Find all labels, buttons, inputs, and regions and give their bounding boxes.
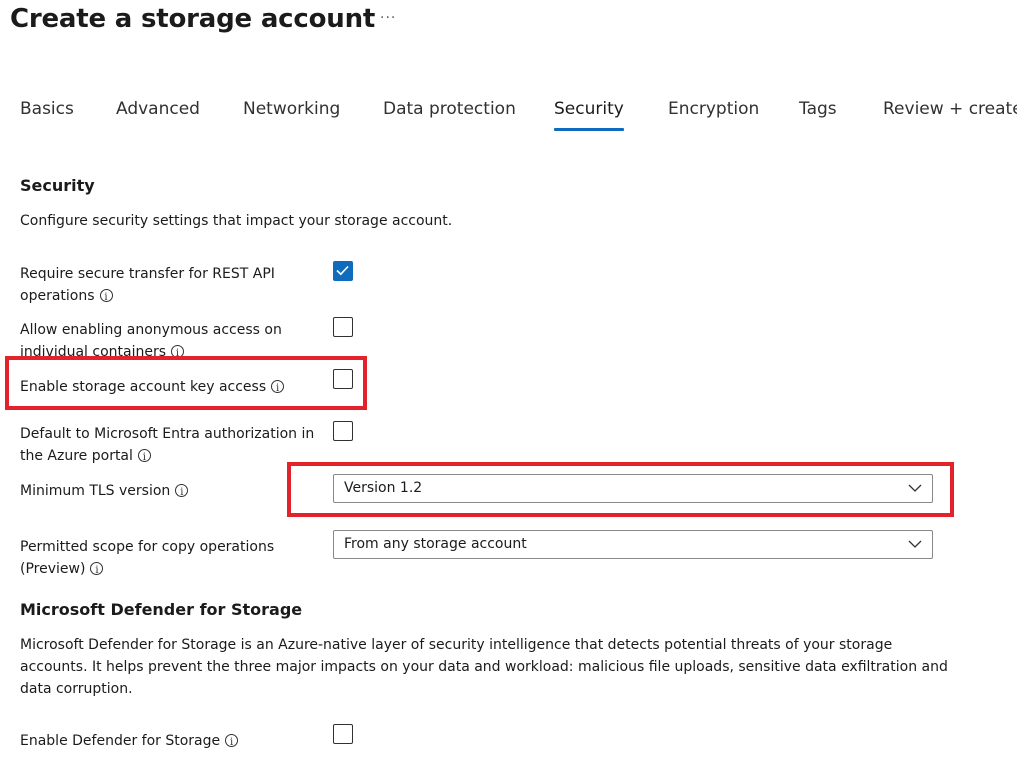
more-options-icon[interactable]: ··· bbox=[380, 10, 396, 26]
security-description: Configure security settings that impact … bbox=[20, 213, 453, 229]
setting-label-text: Allow enabling anonymous access on indiv… bbox=[20, 322, 282, 359]
setting-tls-label: Minimum TLS version bbox=[20, 480, 189, 504]
setting-label-text: Minimum TLS version bbox=[20, 483, 171, 499]
security-heading: Security bbox=[20, 176, 95, 195]
tab-networking[interactable]: Networking bbox=[243, 99, 340, 131]
tab-advanced[interactable]: Advanced bbox=[116, 99, 200, 131]
info-icon[interactable] bbox=[225, 732, 239, 754]
entra-auth-checkbox[interactable] bbox=[333, 421, 353, 441]
setting-secure-transfer-label: Require secure transfer for REST API ope… bbox=[20, 263, 310, 309]
setting-label-text: Permitted scope for copy operations (Pre… bbox=[20, 539, 275, 577]
checkmark-icon bbox=[336, 265, 349, 276]
copy-scope-dropdown[interactable]: From any storage account bbox=[333, 530, 933, 559]
tab-tags[interactable]: Tags bbox=[799, 99, 837, 131]
page-title: Create a storage account bbox=[10, 4, 376, 34]
tab-review-create[interactable]: Review + create bbox=[883, 99, 1017, 131]
setting-key-access-label: Enable storage account key access bbox=[20, 376, 285, 400]
setting-label-text: Enable storage account key access bbox=[20, 379, 267, 395]
info-icon[interactable] bbox=[90, 560, 104, 582]
setting-anonymous-access-label: Allow enabling anonymous access on indiv… bbox=[20, 319, 310, 359]
chevron-down-icon bbox=[908, 540, 922, 548]
info-icon[interactable] bbox=[171, 343, 185, 359]
tab-data-protection[interactable]: Data protection bbox=[383, 99, 516, 131]
tab-security[interactable]: Security bbox=[554, 99, 624, 131]
info-icon[interactable] bbox=[271, 378, 285, 400]
setting-label-text: Require secure transfer for REST API ope… bbox=[20, 266, 275, 304]
setting-label-text: Enable Defender for Storage bbox=[20, 733, 221, 749]
info-icon[interactable] bbox=[175, 482, 189, 504]
setting-entra-auth-label: Default to Microsoft Entra authorization… bbox=[20, 423, 330, 469]
tls-version-dropdown[interactable]: Version 1.2 bbox=[333, 474, 933, 503]
dropdown-selected-value: From any storage account bbox=[344, 536, 527, 552]
dropdown-selected-value: Version 1.2 bbox=[344, 480, 423, 496]
setting-label-text: Default to Microsoft Entra authorization… bbox=[20, 426, 315, 464]
setting-enable-defender-label: Enable Defender for Storage bbox=[20, 730, 239, 754]
key-access-checkbox[interactable] bbox=[333, 369, 353, 389]
defender-description: Microsoft Defender for Storage is an Azu… bbox=[20, 637, 948, 697]
info-icon[interactable] bbox=[99, 287, 113, 309]
info-icon[interactable] bbox=[137, 447, 151, 469]
defender-heading: Microsoft Defender for Storage bbox=[20, 600, 303, 619]
tab-encryption[interactable]: Encryption bbox=[668, 99, 759, 131]
secure-transfer-checkbox[interactable] bbox=[333, 261, 353, 281]
chevron-down-icon bbox=[908, 484, 922, 492]
enable-defender-checkbox[interactable] bbox=[333, 724, 353, 744]
tab-basics[interactable]: Basics bbox=[20, 99, 74, 131]
anonymous-access-checkbox[interactable] bbox=[333, 317, 353, 337]
setting-copy-scope-label: Permitted scope for copy operations (Pre… bbox=[20, 536, 310, 582]
